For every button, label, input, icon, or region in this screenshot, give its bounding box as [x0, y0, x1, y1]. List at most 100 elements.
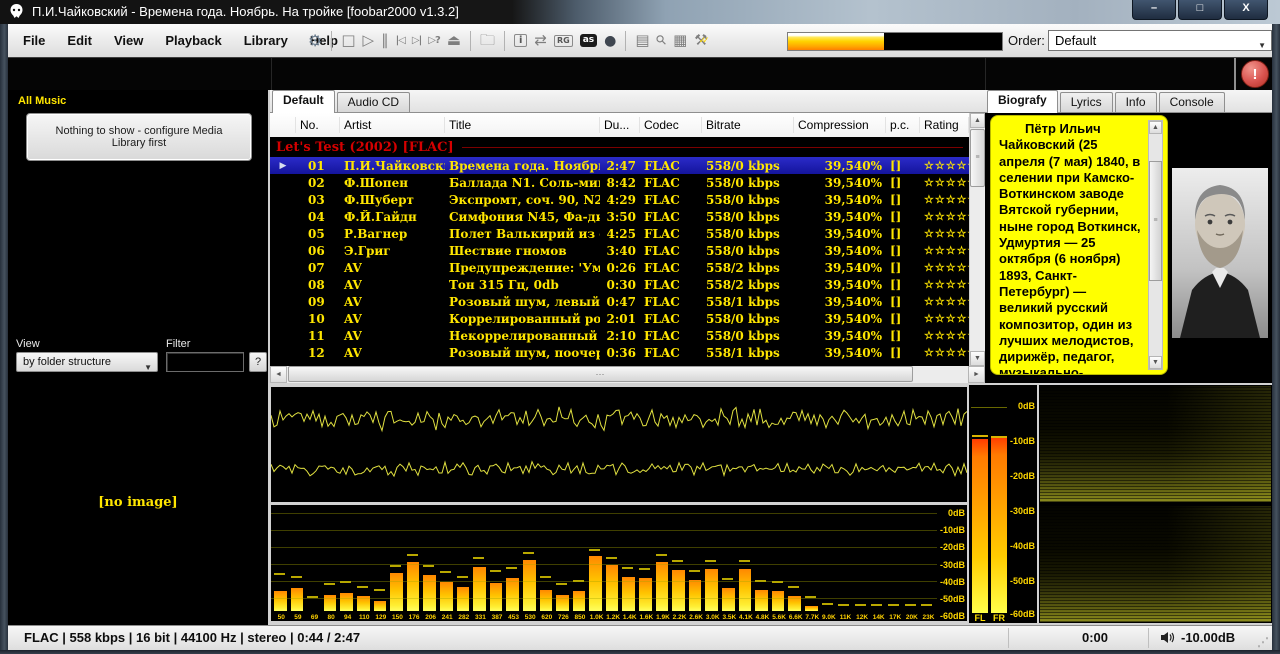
table-row[interactable]: 06Э.ГригШествие гномов3:40FLAC558/0 kbps…: [270, 242, 969, 259]
menu-playback[interactable]: Playback: [154, 33, 232, 48]
column-header-indicator[interactable]: [270, 117, 296, 133]
search-icon[interactable]: ⚲: [653, 33, 669, 49]
table-row[interactable]: 10AVКоррелированный розовы...2:01FLAC558…: [270, 310, 969, 327]
tab-info[interactable]: Info: [1115, 92, 1157, 112]
next-icon[interactable]: ▷|: [412, 36, 421, 46]
scroll-up-icon[interactable]: ▲: [970, 113, 985, 128]
scroll-down-icon[interactable]: ▼: [970, 351, 985, 366]
spectrum-bar: [291, 588, 304, 611]
resize-grip[interactable]: ⋰: [1257, 635, 1269, 649]
scroll-down-icon[interactable]: ▼: [1149, 356, 1162, 369]
column-header-Artist[interactable]: Artist: [340, 117, 445, 133]
tab-audio-cd[interactable]: Audio CD: [337, 92, 410, 112]
album-list-icon[interactable]: ▤: [635, 33, 649, 48]
minimize-button[interactable]: –: [1132, 0, 1176, 20]
table-row[interactable]: 04Ф.Й.ГайднСимфония N45, Фа-диез ...3:50…: [270, 208, 969, 225]
spectrum-peak: [622, 567, 633, 569]
cell-bitrate: 558/2 kbps: [702, 261, 794, 275]
open-folder-icon[interactable]: 🗀: [480, 33, 495, 48]
table-row[interactable]: 02Ф.ШопенБаллада N1. Соль-минор...8:42FL…: [270, 174, 969, 191]
info-icon[interactable]: i: [514, 34, 527, 47]
table-row[interactable]: 07AVПредупреждение: 'Умень...0:26FLAC558…: [270, 259, 969, 276]
verifier-icon[interactable]: ✓✓: [699, 36, 706, 46]
tab-default[interactable]: Default: [272, 90, 335, 113]
column-header-No.[interactable]: No.: [296, 117, 340, 133]
vscroll-thumb[interactable]: ≡: [970, 129, 985, 187]
spectrum-bar: [523, 560, 536, 611]
table-row[interactable]: 05Р.ВагнерПолет Валькирий из опер...4:25…: [270, 225, 969, 242]
order-dropdown[interactable]: Default ▼: [1048, 30, 1272, 51]
spectrum-bars: 5059698094110129150176206241282331387453…: [273, 505, 937, 621]
cell-pc: []: [886, 176, 920, 190]
play-icon[interactable]: ▷: [363, 33, 375, 48]
table-row[interactable]: 08AVТон 315 Гц, 0db0:30FLAC558/2 kbps39,…: [270, 276, 969, 293]
table-row[interactable]: 11AVНекоррелированный розо...2:10FLAC558…: [270, 327, 969, 344]
cd-icon[interactable]: ●: [604, 34, 616, 48]
group-header[interactable]: Let's Test (2002) [FLAC]: [270, 137, 969, 157]
previous-icon[interactable]: |◁: [396, 36, 405, 46]
window-title: П.И.Чайковский - Времена года. Ноябрь. Н…: [32, 4, 459, 19]
random-icon[interactable]: ▷?: [428, 36, 440, 46]
table-row[interactable]: 12AVРозовый шум, поочередн...0:36FLAC558…: [270, 344, 969, 361]
seek-bar[interactable]: [787, 32, 1003, 51]
bio-scrollbar[interactable]: ▲ ≡ ▼: [1148, 120, 1163, 370]
cell-artist: Э.Григ: [340, 244, 445, 258]
cell-title: Розовый шум, поочередн...: [445, 346, 600, 360]
title-bar[interactable]: П.И.Чайковский - Времена года. Ноябрь. Н…: [0, 0, 1280, 24]
stop-icon[interactable]: □: [341, 33, 355, 48]
filter-input[interactable]: [166, 352, 244, 372]
cell-rating: ☆☆☆☆☆: [920, 329, 969, 342]
tab-biografy[interactable]: Biografy: [987, 90, 1058, 113]
preferences-icon[interactable]: ⚙: [308, 33, 322, 49]
column-header-p.c.[interactable]: p.c.: [886, 117, 920, 133]
playlist-panel: DefaultAudio CD No.ArtistTitleDu...Codec…: [270, 90, 985, 383]
cell-pc: []: [886, 329, 920, 343]
close-button[interactable]: X: [1224, 0, 1268, 20]
column-header-Du...[interactable]: Du...: [600, 117, 640, 133]
tab-lyrics[interactable]: Lyrics: [1060, 92, 1113, 112]
convert-icon[interactable]: ⇄: [534, 33, 547, 48]
column-header-Codec[interactable]: Codec: [640, 117, 702, 133]
volume-control[interactable]: -10.00dB: [1160, 630, 1235, 645]
tab-console[interactable]: Console: [1159, 92, 1225, 112]
audioscrobbler-icon[interactable]: as: [580, 34, 597, 47]
column-header-Compression[interactable]: Compression: [794, 117, 886, 133]
cell-codec: FLAC: [640, 312, 702, 326]
column-header-Bitrate[interactable]: Bitrate: [702, 117, 794, 133]
table-row[interactable]: 09AVРозовый шум, левый-пра...0:47FLAC558…: [270, 293, 969, 310]
spectrum-band: 1.9K: [655, 505, 672, 621]
menu-edit[interactable]: Edit: [56, 33, 103, 48]
hscroll-thumb[interactable]: ⋯: [288, 366, 913, 382]
configure-library-button[interactable]: Nothing to show - configure Media Librar…: [26, 113, 252, 161]
matrix-icon[interactable]: ▦: [673, 33, 687, 48]
spectrum-peak: [739, 560, 750, 562]
scroll-left-icon[interactable]: ◄: [270, 366, 287, 383]
replaygain-icon[interactable]: RG: [554, 35, 573, 47]
table-row[interactable]: ▶01П.И.ЧайковскийВремена года. Ноябрь. Н…: [270, 157, 969, 174]
menu-library[interactable]: Library: [233, 33, 299, 48]
playlist-vscrollbar[interactable]: ▲ ≡ ▼: [969, 113, 985, 366]
bio-scroll-thumb[interactable]: ≡: [1149, 161, 1162, 281]
cell-dur: 2:10: [600, 329, 640, 343]
filter-help-button[interactable]: ?: [249, 352, 267, 372]
cell-bitrate: 558/0 kbps: [702, 176, 794, 190]
table-row[interactable]: 03Ф.ШубертЭкспромт, соч. 90, N24:29FLAC5…: [270, 191, 969, 208]
menu-view[interactable]: View: [103, 33, 154, 48]
cell-dur: 0:36: [600, 346, 640, 360]
cell-comp: 39,540%: [794, 159, 886, 173]
view-dropdown[interactable]: by folder structure ▼: [16, 352, 158, 372]
maximize-button[interactable]: □: [1178, 0, 1222, 20]
menu-file[interactable]: File: [12, 33, 56, 48]
spectrum-peak: [788, 586, 799, 588]
spectrum-peak: [324, 583, 335, 585]
error-alert-icon[interactable]: !: [1241, 60, 1269, 88]
pause-icon[interactable]: ∥: [381, 33, 389, 48]
column-header-Title[interactable]: Title: [445, 117, 600, 133]
column-header-Rating[interactable]: Rating: [920, 117, 969, 133]
spectrum-band: 4.1K: [738, 505, 755, 621]
eject-icon[interactable]: ⏏: [447, 33, 461, 48]
scroll-up-icon[interactable]: ▲: [1149, 121, 1162, 134]
spectrum-band: 4.8K: [754, 505, 771, 621]
scroll-right-icon[interactable]: ►: [968, 366, 985, 383]
playlist-hscrollbar[interactable]: ◄ ⋯ ►: [270, 366, 985, 383]
